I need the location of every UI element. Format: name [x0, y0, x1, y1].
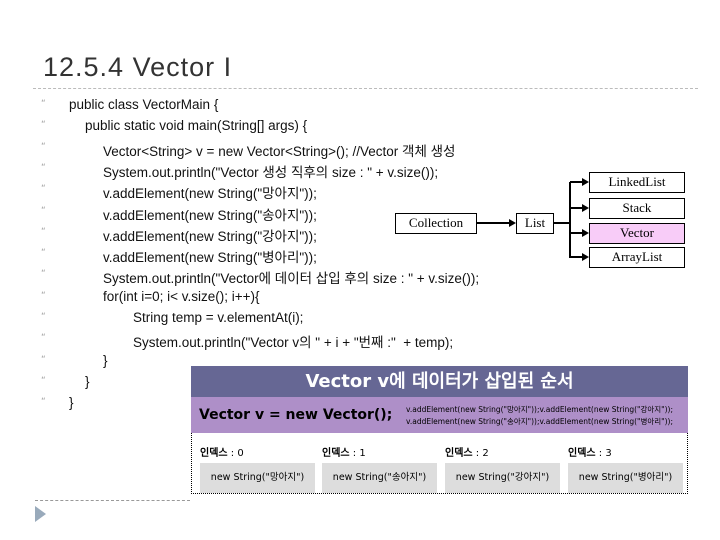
bottom-divider: [35, 500, 190, 501]
arraylist-box: ArrayList: [589, 247, 685, 268]
connector: [553, 222, 570, 224]
add-line-1: v.addElement(new String("망아지"));v.addEle…: [406, 405, 674, 414]
connector: [570, 232, 582, 234]
arrow-icon: [582, 253, 589, 261]
connector: [570, 256, 582, 258]
code-line: public class VectorMain {: [69, 97, 219, 112]
code-line: System.out.println("Vector에 데이터 삽입 후의 si…: [103, 271, 480, 287]
code-line: }: [103, 352, 108, 368]
arrow-icon: [509, 219, 516, 227]
stack-box: Stack: [589, 198, 685, 219]
list-box: List: [516, 213, 554, 234]
bullet-icon: “: [41, 226, 46, 237]
bullet-icon: “: [41, 120, 46, 131]
vector-box: Vector: [589, 223, 685, 244]
code-line: v.addElement(new String("망아지"));: [103, 186, 317, 202]
bullet-icon: “: [41, 375, 46, 386]
index-number: : 1: [349, 448, 366, 459]
arrow-icon: [582, 229, 589, 237]
bullet-icon: “: [41, 248, 46, 259]
bullet-icon: “: [41, 184, 46, 195]
bullet-icon: “: [41, 312, 46, 322]
bullet-icon: “: [41, 269, 46, 280]
bullet-icon: “: [41, 99, 46, 109]
code-line: }: [69, 395, 74, 411]
index-label: 인덱스 : 3: [568, 444, 612, 459]
element-cell: new String("강아지"): [445, 463, 560, 493]
code-line: for(int i=0; i< v.size(); i++){: [103, 288, 260, 304]
index-word: 인덱스: [322, 448, 350, 459]
play-triangle-icon[interactable]: [35, 506, 46, 522]
code-line: public static void main(String[] args) {: [85, 118, 308, 134]
connector: [570, 207, 582, 209]
arrow-icon: [582, 204, 589, 212]
bullet-icon: “: [41, 290, 46, 301]
add-line-2: v.addElement(new String("송아지"));v.addEle…: [406, 417, 674, 426]
code-line: v.addElement(new String("병아리"));: [103, 250, 317, 266]
element-cell: new String("망아지"): [200, 463, 315, 493]
index-word: 인덱스: [568, 448, 596, 459]
code-line: System.out.println("Vector 생성 직후의 size :…: [103, 164, 439, 180]
code-line: v.addElement(new String("강아지"));: [103, 228, 317, 244]
bullet-icon: “: [41, 141, 46, 152]
code-line: System.out.println("Vector v의 " + i + "번…: [133, 335, 454, 351]
bullet-icon: “: [41, 333, 46, 344]
index-label: 인덱스 : 2: [445, 444, 489, 459]
index-label: 인덱스 : 1: [322, 444, 366, 459]
bullet-icon: “: [41, 397, 46, 408]
index-word: 인덱스: [445, 448, 473, 459]
index-word: 인덱스: [200, 448, 228, 459]
code-line: }: [85, 373, 90, 389]
bullet-icon: “: [41, 162, 46, 173]
index-label: 인덱스 : 0: [200, 444, 244, 459]
bullet-icon: “: [41, 354, 46, 365]
title-divider: [33, 88, 698, 89]
constructor-text: Vector v = new Vector();: [199, 407, 393, 423]
arrow-icon: [582, 178, 589, 186]
connector: [570, 181, 582, 183]
code-line: v.addElement(new String("송아지"));: [103, 207, 317, 223]
element-cell: new String("병아리"): [568, 463, 683, 493]
code-line: Vector<String> v = new Vector<String>();…: [103, 143, 456, 159]
panel-title: Vector v에 데이터가 삽입된 순서: [191, 366, 688, 397]
linkedlist-box: LinkedList: [589, 172, 685, 193]
index-number: : 2: [472, 448, 489, 459]
collection-box: Collection: [395, 213, 477, 234]
connector: [569, 182, 571, 258]
code-line: String temp = v.elementAt(i);: [133, 310, 304, 325]
slide-title: 12.5.4 Vector I: [43, 52, 233, 82]
panel-subheader: Vector v = new Vector(); v.addElement(ne…: [191, 397, 688, 433]
connector: [476, 222, 509, 224]
index-number: : 3: [595, 448, 612, 459]
element-cell: new String("송아지"): [322, 463, 437, 493]
index-number: : 0: [227, 448, 244, 459]
bullet-icon: “: [41, 205, 46, 216]
